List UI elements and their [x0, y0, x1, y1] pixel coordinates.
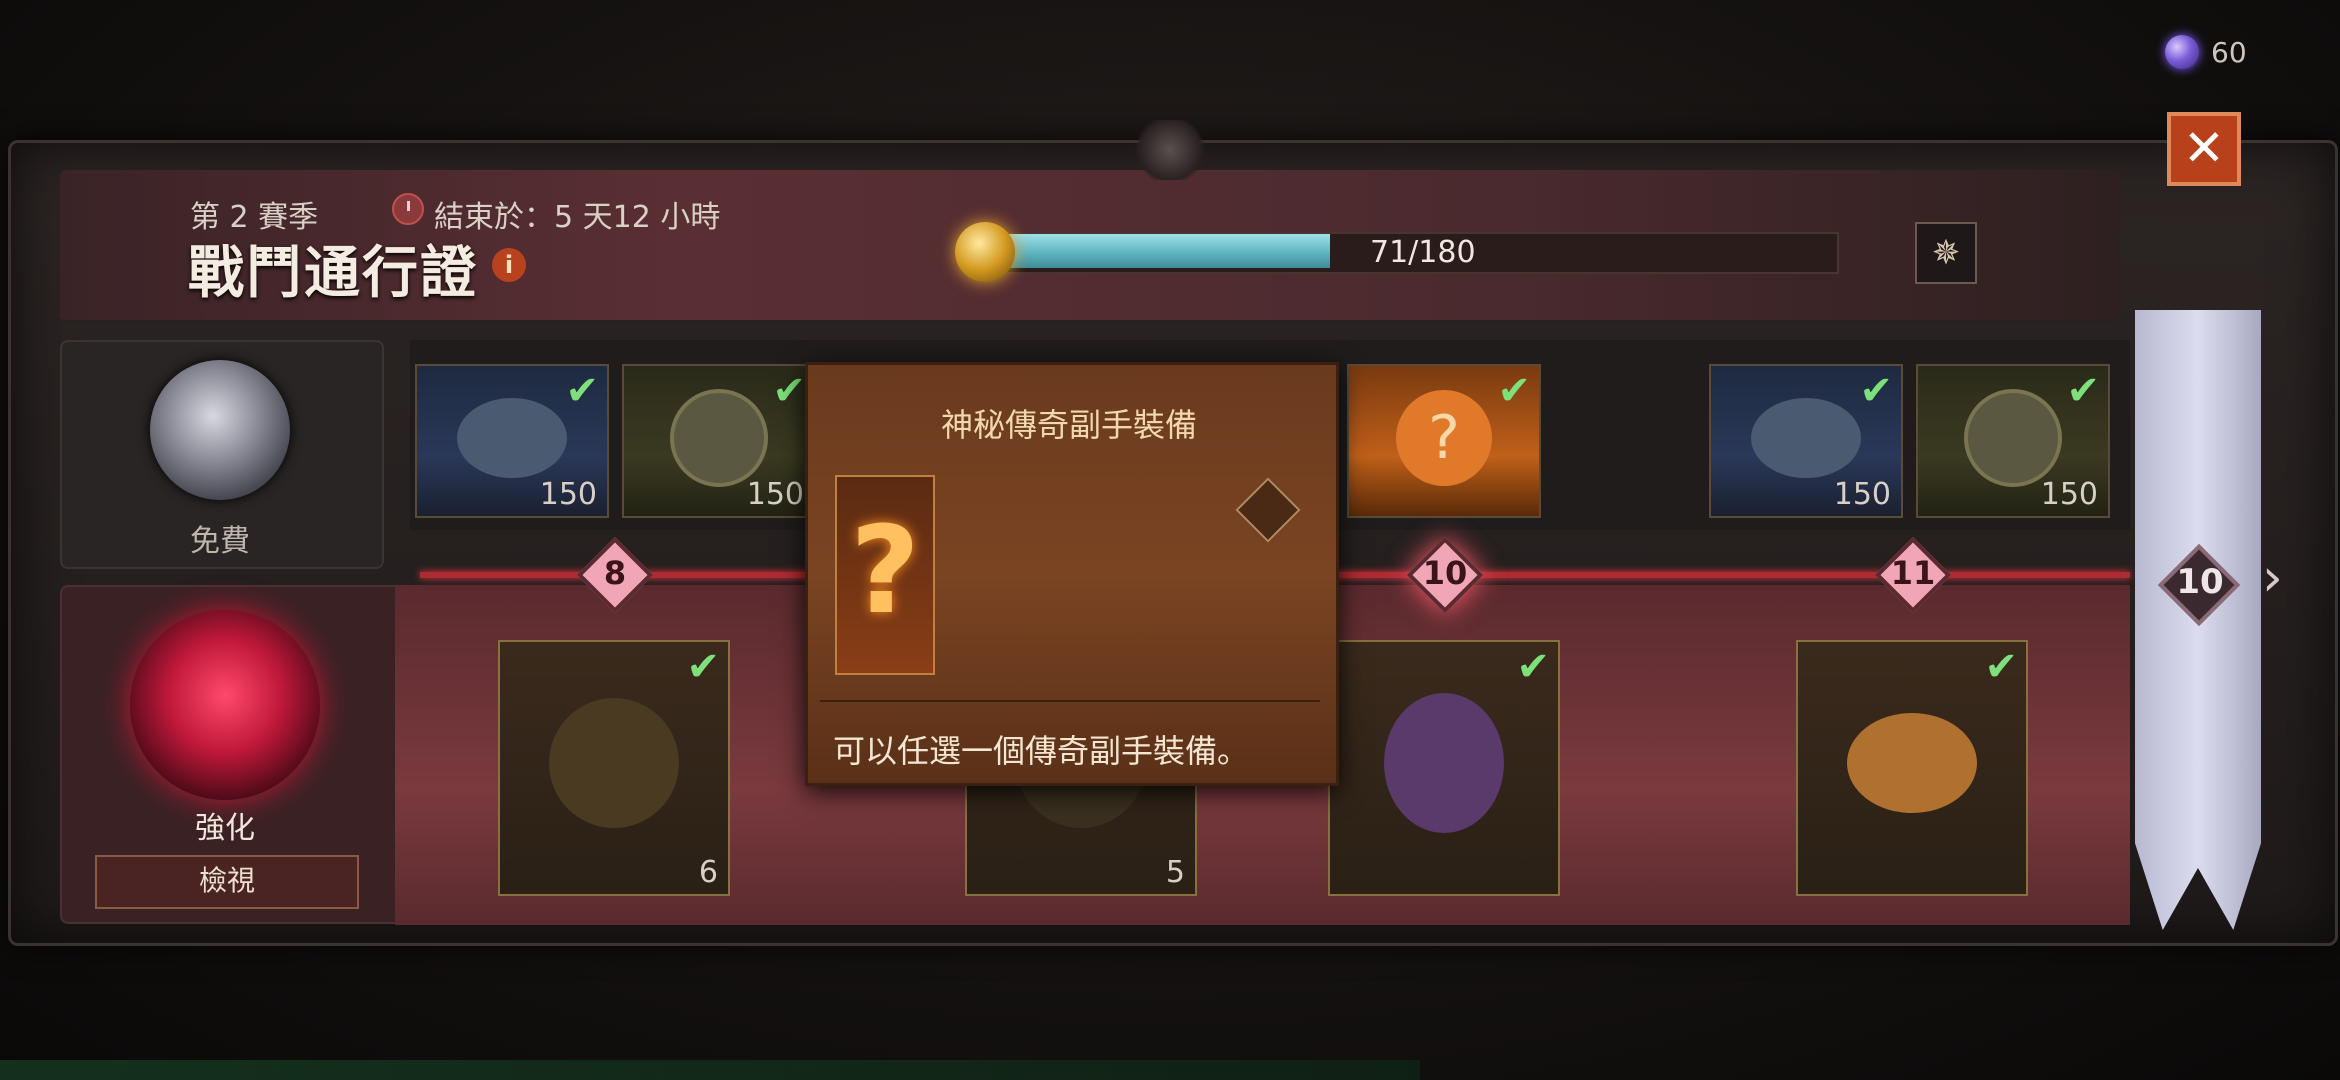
armor-icon	[457, 398, 567, 478]
crossed-swords-medal-icon	[670, 389, 768, 487]
free-reward-slot[interactable]: ✔ 150	[1709, 364, 1903, 518]
info-icon[interactable]: i	[492, 248, 526, 282]
tooltip-divider	[820, 700, 1320, 702]
premium-reward-slot[interactable]: ✔	[1328, 640, 1560, 896]
level-number: 10	[1422, 554, 1468, 592]
premium-track-label: 強化	[195, 811, 255, 846]
level-number: 8	[603, 554, 627, 592]
silver-skull-emblem-icon	[150, 360, 290, 500]
gem-pouch-icon	[1847, 712, 1977, 813]
level-number: 11	[1890, 554, 1936, 592]
bottom-glow-strip	[0, 1060, 1420, 1080]
claimed-check-icon: ✔	[1497, 368, 1531, 414]
mystery-offhand-icon: ?	[835, 475, 935, 675]
tooltip-title: 神秘傳奇副手裝備	[940, 406, 1197, 444]
reward-amount: 6	[698, 855, 718, 890]
skull-ornament-icon	[1130, 120, 1210, 180]
progress-fill	[1002, 234, 1330, 268]
purple-orb-icon	[2165, 35, 2199, 69]
reward-amount: 150	[746, 477, 804, 512]
close-button[interactable]: ✕	[2167, 112, 2241, 186]
currency-display: 60	[2165, 30, 2247, 74]
reward-amount: 150	[2040, 477, 2098, 512]
claimed-check-icon: ✔	[2066, 368, 2100, 414]
progress-text: 71/180	[1370, 235, 1476, 270]
clock-icon	[392, 193, 424, 225]
view-button[interactable]: 檢視	[95, 855, 359, 909]
claimed-check-icon: ✔	[772, 368, 806, 414]
tooltip-description: 可以任選一個傳奇副手裝備。	[833, 732, 1250, 770]
free-reward-slot[interactable]: ? ✔	[1347, 364, 1541, 518]
demon-mask-icon	[1384, 692, 1504, 833]
scepter-icon	[549, 697, 679, 828]
mystery-item-icon: ?	[1396, 390, 1492, 486]
free-track-label: 免費	[190, 524, 250, 559]
page-title: 戰鬥通行證	[188, 241, 478, 306]
currency-value: 60	[2211, 35, 2247, 69]
premium-reward-slot[interactable]: ✔ 6	[498, 640, 730, 896]
banner-level-number: 10	[2176, 562, 2224, 602]
armor-icon	[1751, 398, 1861, 478]
free-reward-slot[interactable]: ✔ 150	[1916, 364, 2110, 518]
reward-amount: 150	[539, 477, 597, 512]
claimed-check-icon: ✔	[1859, 368, 1893, 414]
claimed-check-icon: ✔	[686, 644, 720, 690]
reward-amount: 5	[1165, 855, 1185, 890]
free-reward-slot[interactable]: ✔ 150	[622, 364, 816, 518]
free-reward-slot[interactable]: ✔ 150	[415, 364, 609, 518]
crossed-swords-medal-icon	[1964, 389, 2062, 487]
claimed-check-icon: ✔	[565, 368, 599, 414]
premium-reward-slot[interactable]: ✔	[1796, 640, 2028, 896]
compass-button[interactable]: ✵	[1915, 222, 1977, 284]
reward-amount: 150	[1833, 477, 1891, 512]
next-page-arrow-icon[interactable]: ›	[2262, 548, 2283, 608]
claimed-check-icon: ✔	[1516, 644, 1550, 690]
progress-orb-icon	[955, 222, 1015, 282]
rose-emblem-icon	[130, 610, 320, 800]
claimed-check-icon: ✔	[1984, 644, 2018, 690]
